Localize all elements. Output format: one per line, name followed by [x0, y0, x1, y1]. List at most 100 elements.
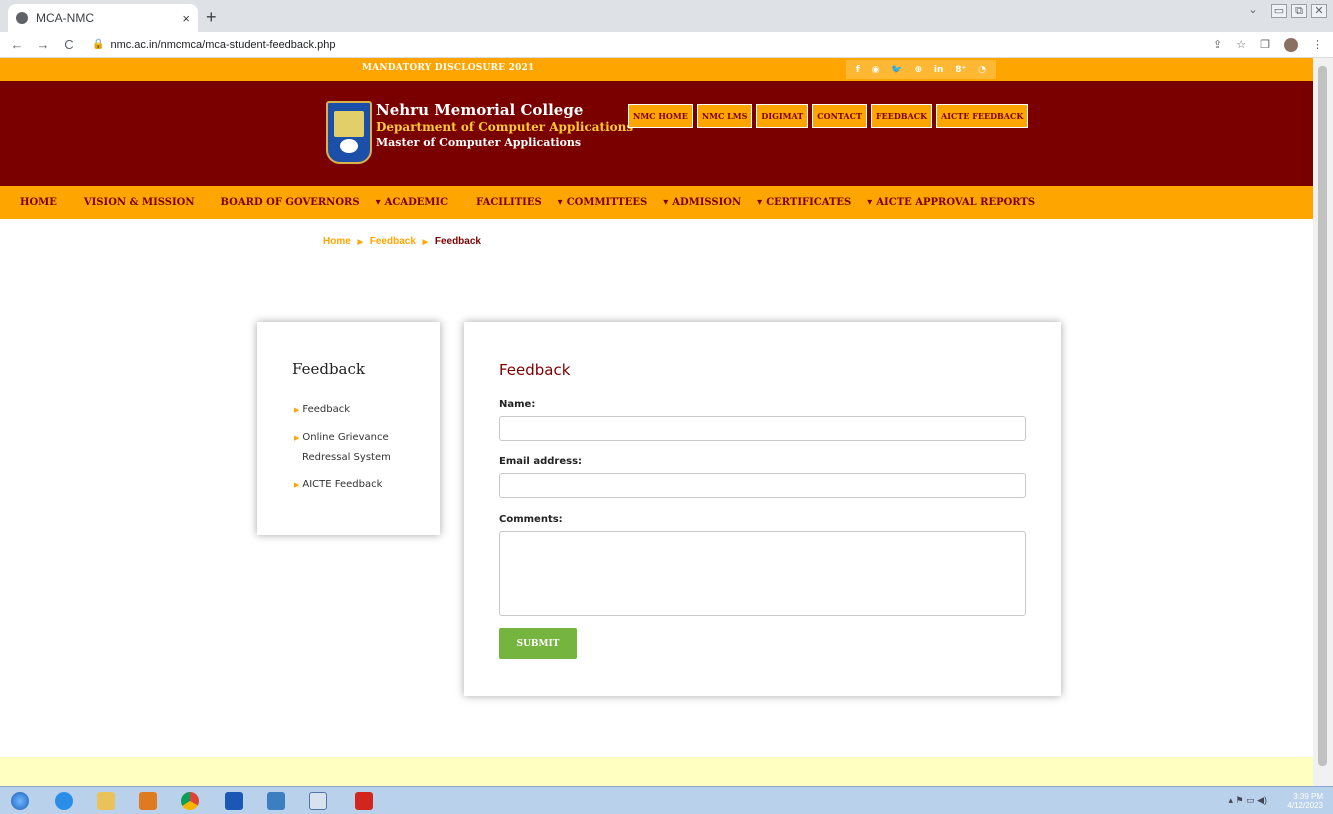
clock-date: 4/12/2023: [1287, 801, 1323, 810]
mandatory-disclosure-link[interactable]: MANDATORY DISCLOSURE 2021: [362, 63, 534, 73]
menu-admission-dropdown-icon: ▾: [663, 197, 669, 208]
reload-icon[interactable]: C: [60, 37, 78, 52]
menu-academic[interactable]: ACADEMIC: [385, 197, 448, 208]
forward-icon[interactable]: →: [34, 37, 52, 52]
footer-strip: [0, 757, 1313, 786]
clock-time: 3:39 PM: [1293, 792, 1323, 801]
web-page: MANDATORY DISCLOSURE 2021 f ◉ 🐦 ⊕ in 8⁺ …: [0, 58, 1313, 786]
comments-label: Comments:: [499, 514, 563, 525]
aicte-feedback-button[interactable]: AICTE FEEDBACK: [936, 104, 1029, 128]
program-name: Master of Computer Applications: [376, 136, 582, 149]
acrobat-icon[interactable]: [350, 789, 378, 813]
menu-kebab-icon[interactable]: ⋮: [1312, 38, 1323, 51]
menu-facilities[interactable]: FACILITIES: [476, 197, 542, 208]
chrome-icon[interactable]: [176, 789, 204, 813]
sidebar-title: Feedback: [292, 360, 365, 378]
name-label: Name:: [499, 399, 536, 410]
top-strip: MANDATORY DISCLOSURE 2021 f ◉ 🐦 ⊕ in 8⁺ …: [0, 58, 1313, 81]
word-icon[interactable]: [304, 789, 332, 813]
contact-button[interactable]: CONTACT: [812, 104, 867, 128]
menu-aicte-approval-reports[interactable]: AICTE APPROVAL REPORTS: [876, 197, 1035, 208]
back-icon[interactable]: ←: [8, 37, 26, 52]
restore-button[interactable]: ⧉: [1291, 4, 1307, 18]
breadcrumb-feedback[interactable]: Feedback: [370, 236, 416, 247]
tab-title: MCA-NMC: [36, 11, 94, 25]
browser-tab[interactable]: MCA-NMC ×: [8, 4, 198, 32]
browser-tab-bar: MCA-NMC × + ⌄ ▭ ⧉ ✕: [0, 0, 1333, 32]
name-input[interactable]: [499, 416, 1026, 441]
instagram-icon[interactable]: ◉: [872, 65, 880, 75]
menu-home[interactable]: HOME: [20, 197, 57, 208]
nmc-lms-button[interactable]: NMC LMS: [696, 104, 753, 128]
file-explorer-icon[interactable]: [92, 789, 120, 813]
menu-academic-dropdown-icon: ▾: [375, 197, 381, 208]
pinterest-icon[interactable]: ⊕: [915, 65, 923, 75]
menu-certificates[interactable]: CERTIFICATES: [766, 197, 851, 208]
menu-admission[interactable]: ADMISSION: [672, 197, 741, 208]
linkedin-icon[interactable]: in: [934, 65, 944, 75]
sidebar-item-feedback[interactable]: ▶ Feedback: [294, 400, 350, 420]
breadcrumb-separator-icon: ▶: [422, 239, 429, 246]
bullet-arrow-icon: ▶: [294, 481, 300, 489]
sidebar-item-label: AICTE Feedback: [302, 479, 383, 490]
tab-close-icon[interactable]: ×: [182, 11, 190, 26]
main-menu: HOME VISION & MISSION BOARD OF GOVERNORS…: [0, 186, 1313, 219]
menu-aicte-dropdown-icon: ▾: [867, 197, 873, 208]
form-title: Feedback: [499, 361, 571, 379]
internet-explorer-icon[interactable]: [50, 789, 78, 813]
header-nav-buttons: NMC HOME NMC LMS DIGIMAT CONTACT FEEDBAC…: [628, 104, 1029, 128]
breadcrumb-current: Feedback: [434, 236, 481, 247]
start-button[interactable]: [6, 789, 34, 813]
email-input[interactable]: [499, 473, 1026, 498]
screen: MCA-NMC × + ⌄ ▭ ⧉ ✕ ← → C 🔒 nmc.ac.in/nm…: [0, 0, 1333, 814]
share-icon[interactable]: ⇪: [1213, 38, 1222, 51]
tab-search-icon[interactable]: ⌄: [1245, 4, 1261, 18]
globe-icon: [16, 12, 28, 24]
lock-icon[interactable]: 🔒: [92, 39, 104, 50]
media-player-icon[interactable]: [134, 789, 162, 813]
menu-board-of-governors[interactable]: BOARD OF GOVERNORS: [221, 197, 360, 208]
sidebar-item-aicte-feedback[interactable]: ▶ AICTE Feedback: [294, 475, 382, 495]
college-name: Nehru Memorial College: [376, 101, 584, 119]
bullet-arrow-icon: ▶: [294, 406, 300, 414]
department-name: Department of Computer Applications: [376, 120, 634, 134]
menu-committees[interactable]: COMMITTEES: [567, 197, 647, 208]
submit-button[interactable]: SUBMIT: [499, 628, 577, 659]
sidebar-item-label: Online Grievance: [302, 432, 389, 443]
page-scrollbar[interactable]: [1313, 58, 1333, 786]
minimize-button[interactable]: ▭: [1271, 4, 1287, 18]
google-plus-icon[interactable]: 8⁺: [955, 65, 966, 75]
header-banner: Nehru Memorial College Department of Com…: [0, 81, 1313, 186]
social-icons: f ◉ 🐦 ⊕ in 8⁺ ◔: [846, 60, 996, 79]
clock[interactable]: 3:39 PM 4/12/2023: [1287, 792, 1323, 810]
email-label: Email address:: [499, 456, 583, 467]
menu-vision-mission[interactable]: VISION & MISSION: [84, 197, 195, 208]
teamviewer-icon[interactable]: [220, 789, 248, 813]
breadcrumb-home[interactable]: Home: [323, 236, 351, 247]
os-taskbar: ▴ ⚑ ▭ ◀) 3:39 PM 4/12/2023: [0, 786, 1333, 814]
profile-avatar[interactable]: [1284, 37, 1298, 52]
college-logo[interactable]: [326, 101, 372, 164]
rss-icon[interactable]: ◔: [978, 65, 986, 75]
bullet-arrow-icon: ▶: [294, 434, 300, 442]
sidebar-panel: Feedback ▶ Feedback ▶ Online Grievance Red…: [257, 322, 440, 535]
close-window-button[interactable]: ✕: [1311, 4, 1327, 18]
college-title-block: Nehru Memorial College Department of Com…: [376, 101, 633, 149]
comments-textarea[interactable]: [499, 531, 1026, 616]
facebook-icon[interactable]: f: [856, 65, 860, 75]
window-controls: ⌄ ▭ ⧉ ✕: [1245, 4, 1327, 18]
twitter-icon[interactable]: 🐦: [891, 65, 902, 75]
system-tray-icons[interactable]: ▴ ⚑ ▭ ◀): [1228, 795, 1267, 806]
feedback-button[interactable]: FEEDBACK: [870, 104, 933, 128]
remote-desktop-icon[interactable]: [262, 789, 290, 813]
url-field[interactable]: nmc.ac.in/nmcmca/mca-student-feedback.ph…: [110, 39, 335, 51]
menu-certificates-dropdown-icon: ▾: [757, 197, 763, 208]
digimat-button[interactable]: DIGIMAT: [756, 104, 809, 128]
new-tab-button[interactable]: +: [206, 7, 217, 28]
breadcrumb-separator-icon: ▶: [357, 239, 363, 246]
feedback-form-panel: Feedback Name: Email address: Comments: …: [464, 322, 1061, 696]
bookmark-star-icon[interactable]: ☆: [1236, 38, 1246, 51]
nmc-home-button[interactable]: NMC HOME: [628, 104, 693, 128]
sidebar-item-online-grievance[interactable]: ▶ Online Grievance Redressal System: [294, 428, 391, 467]
side-panel-icon[interactable]: ❐: [1260, 38, 1270, 51]
